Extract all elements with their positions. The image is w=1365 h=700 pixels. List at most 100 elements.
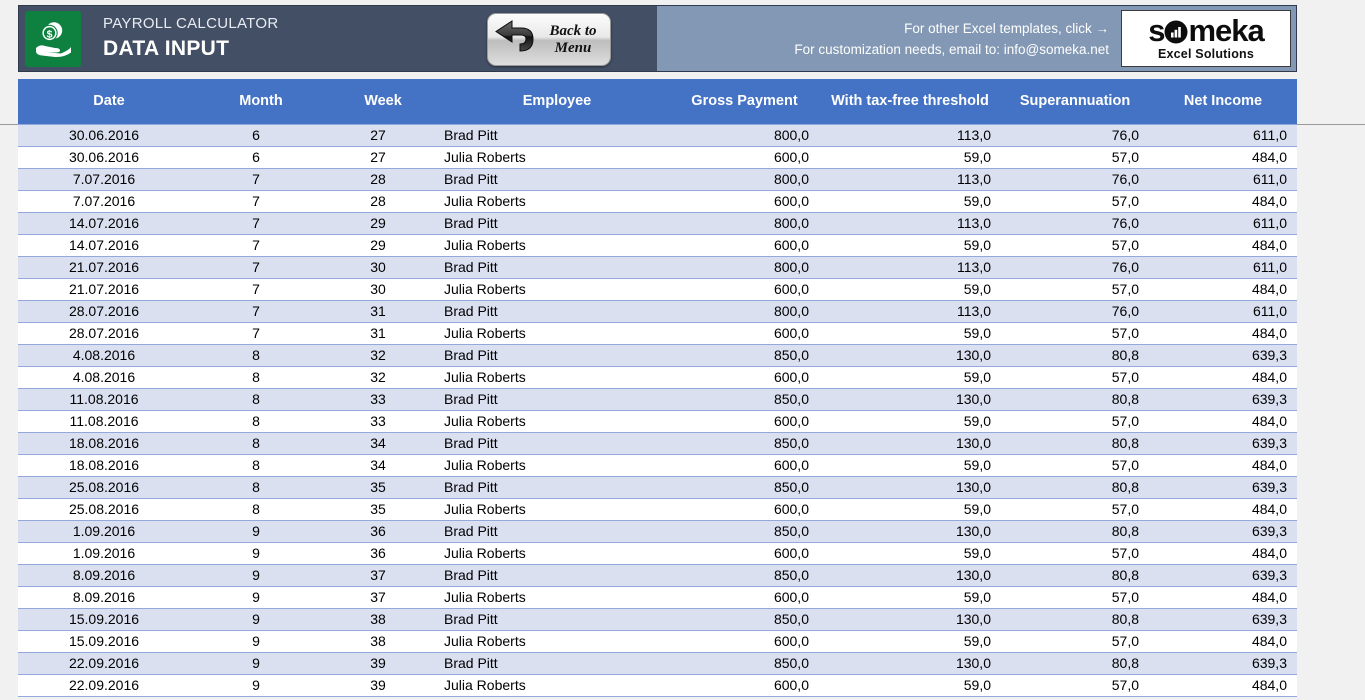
cell-net-income[interactable]: 611,0 (1149, 167, 1297, 191)
table-row[interactable]: 18.08.2016 8 34 Julia Roberts 600,0 59,0 57,0 4… (18, 453, 1297, 477)
cell-date[interactable]: 22.09.2016 (18, 651, 200, 675)
cell-superannuation[interactable]: 80,8 (1001, 651, 1149, 675)
cell-month[interactable]: 9 (200, 607, 322, 631)
cell-tax-free-threshold[interactable]: 59,0 (819, 145, 1001, 169)
cell-tax-free-threshold[interactable]: 59,0 (819, 629, 1001, 653)
cell-gross-payment[interactable]: 600,0 (670, 233, 819, 257)
cell-date[interactable]: 4.08.2016 (18, 343, 200, 367)
cell-month[interactable]: 7 (200, 299, 322, 323)
cell-net-income[interactable]: 611,0 (1149, 123, 1297, 147)
cell-month[interactable]: 8 (200, 365, 322, 389)
cell-week[interactable]: 28 (322, 167, 444, 191)
cell-superannuation[interactable]: 80,8 (1001, 563, 1149, 587)
cell-net-income[interactable]: 484,0 (1149, 145, 1297, 169)
cell-net-income[interactable]: 639,3 (1149, 651, 1297, 675)
cell-superannuation[interactable]: 57,0 (1001, 541, 1149, 565)
cell-employee[interactable]: Julia Roberts (444, 497, 670, 521)
cell-tax-free-threshold[interactable]: 130,0 (819, 475, 1001, 499)
cell-tax-free-threshold[interactable]: 113,0 (819, 255, 1001, 279)
cell-net-income[interactable]: 484,0 (1149, 233, 1297, 257)
cell-gross-payment[interactable]: 600,0 (670, 321, 819, 345)
cell-gross-payment[interactable]: 800,0 (670, 211, 819, 235)
cell-gross-payment[interactable]: 800,0 (670, 299, 819, 323)
cell-week[interactable]: 38 (322, 607, 444, 631)
cell-net-income[interactable]: 484,0 (1149, 277, 1297, 301)
cell-employee[interactable]: Julia Roberts (444, 409, 670, 433)
cell-week[interactable]: 34 (322, 453, 444, 477)
cell-month[interactable]: 8 (200, 453, 322, 477)
cell-date[interactable]: 22.09.2016 (18, 673, 200, 697)
back-to-menu-button[interactable]: Back to Menu (487, 13, 611, 66)
cell-week[interactable]: 36 (322, 519, 444, 543)
cell-superannuation[interactable]: 57,0 (1001, 453, 1149, 477)
column-header-gross[interactable]: Gross Payment (670, 79, 819, 124)
cell-tax-free-threshold[interactable]: 113,0 (819, 123, 1001, 147)
cell-net-income[interactable]: 484,0 (1149, 453, 1297, 477)
cell-month[interactable]: 8 (200, 387, 322, 411)
cell-employee[interactable]: Julia Roberts (444, 233, 670, 257)
column-header-month[interactable]: Month (200, 79, 322, 124)
table-row[interactable]: 11.08.2016 8 33 Julia Roberts 600,0 59,0 57,0 4… (18, 409, 1297, 433)
column-header-net[interactable]: Net Income (1149, 79, 1297, 124)
cell-net-income[interactable]: 639,3 (1149, 343, 1297, 367)
cell-date[interactable]: 21.07.2016 (18, 255, 200, 279)
cell-employee[interactable]: Brad Pitt (444, 343, 670, 367)
cell-date[interactable]: 15.09.2016 (18, 629, 200, 653)
cell-month[interactable]: 9 (200, 651, 322, 675)
table-row[interactable]: 8.09.2016 9 37 Brad Pitt 850,0 130,0 80,8 639,3 (18, 563, 1297, 587)
cell-superannuation[interactable]: 76,0 (1001, 299, 1149, 323)
cell-net-income[interactable]: 639,3 (1149, 431, 1297, 455)
cell-superannuation[interactable]: 76,0 (1001, 167, 1149, 191)
cell-gross-payment[interactable]: 850,0 (670, 475, 819, 499)
cell-superannuation[interactable]: 57,0 (1001, 365, 1149, 389)
cell-week[interactable]: 29 (322, 233, 444, 257)
cell-week[interactable]: 32 (322, 343, 444, 367)
cell-tax-free-threshold[interactable]: 130,0 (819, 651, 1001, 675)
cell-date[interactable]: 11.08.2016 (18, 409, 200, 433)
cell-gross-payment[interactable]: 850,0 (670, 607, 819, 631)
cell-gross-payment[interactable]: 850,0 (670, 563, 819, 587)
cell-month[interactable]: 6 (200, 145, 322, 169)
cell-employee[interactable]: Brad Pitt (444, 167, 670, 191)
cell-net-income[interactable]: 611,0 (1149, 211, 1297, 235)
cell-tax-free-threshold[interactable]: 59,0 (819, 189, 1001, 213)
table-row[interactable]: 15.09.2016 9 38 Brad Pitt 850,0 130,0 80,8 639,… (18, 607, 1297, 631)
cell-employee[interactable]: Julia Roberts (444, 365, 670, 389)
cell-date[interactable]: 4.08.2016 (18, 365, 200, 389)
cell-superannuation[interactable]: 80,8 (1001, 431, 1149, 455)
cell-week[interactable]: 33 (322, 387, 444, 411)
cell-tax-free-threshold[interactable]: 59,0 (819, 233, 1001, 257)
table-row[interactable]: 21.07.2016 7 30 Julia Roberts 600,0 59,0 57,0 4… (18, 277, 1297, 301)
cell-gross-payment[interactable]: 600,0 (670, 409, 819, 433)
cell-employee[interactable]: Julia Roberts (444, 145, 670, 169)
cell-month[interactable]: 7 (200, 321, 322, 345)
cell-week[interactable]: 31 (322, 299, 444, 323)
cell-employee[interactable]: Julia Roberts (444, 673, 670, 697)
cell-week[interactable]: 35 (322, 497, 444, 521)
cell-net-income[interactable]: 639,3 (1149, 387, 1297, 411)
cell-month[interactable]: 7 (200, 255, 322, 279)
table-row[interactable]: 28.07.2016 7 31 Julia Roberts 600,0 59,0 57,0 4… (18, 321, 1297, 345)
cell-week[interactable]: 28 (322, 189, 444, 213)
table-row[interactable]: 1.09.2016 9 36 Brad Pitt 850,0 130,0 80,8 639,3 (18, 519, 1297, 543)
cell-net-income[interactable]: 484,0 (1149, 365, 1297, 389)
cell-week[interactable]: 37 (322, 563, 444, 587)
cell-superannuation[interactable]: 76,0 (1001, 255, 1149, 279)
cell-tax-free-threshold[interactable]: 59,0 (819, 409, 1001, 433)
cell-superannuation[interactable]: 80,8 (1001, 475, 1149, 499)
column-header-employee[interactable]: Employee (444, 79, 670, 124)
cell-superannuation[interactable]: 57,0 (1001, 233, 1149, 257)
cell-net-income[interactable]: 484,0 (1149, 541, 1297, 565)
cell-gross-payment[interactable]: 800,0 (670, 255, 819, 279)
cell-date[interactable]: 7.07.2016 (18, 189, 200, 213)
cell-gross-payment[interactable]: 850,0 (670, 431, 819, 455)
table-row[interactable]: 18.08.2016 8 34 Brad Pitt 850,0 130,0 80,8 639,… (18, 431, 1297, 455)
table-row[interactable]: 28.07.2016 7 31 Brad Pitt 800,0 113,0 76,0 611,… (18, 299, 1297, 323)
cell-employee[interactable]: Julia Roberts (444, 585, 670, 609)
cell-tax-free-threshold[interactable]: 113,0 (819, 167, 1001, 191)
cell-employee[interactable]: Brad Pitt (444, 255, 670, 279)
cell-month[interactable]: 9 (200, 563, 322, 587)
cell-employee[interactable]: Brad Pitt (444, 607, 670, 631)
cell-date[interactable]: 14.07.2016 (18, 233, 200, 257)
cell-tax-free-threshold[interactable]: 130,0 (819, 607, 1001, 631)
